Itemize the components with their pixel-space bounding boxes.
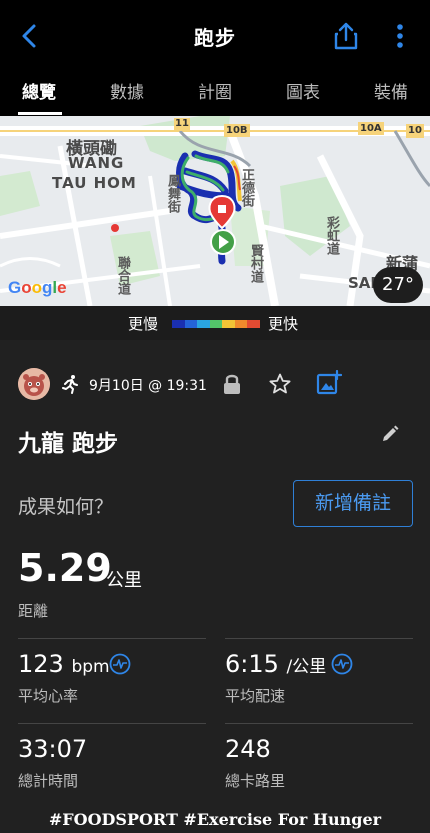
- legend-slower-label: 更慢: [128, 315, 159, 333]
- divider: [18, 723, 206, 724]
- divider: [225, 723, 413, 724]
- pace-zone-icon[interactable]: [331, 653, 353, 675]
- road-marker: 10A: [360, 123, 382, 134]
- divider: [18, 638, 206, 639]
- legend-color-swatch: [184, 320, 198, 328]
- distance-unit: 公里: [106, 570, 142, 591]
- tab-laps[interactable]: 計圈: [198, 78, 232, 103]
- road-marker: 11: [175, 118, 189, 129]
- tab-gear[interactable]: 裝備: [374, 78, 408, 103]
- star-icon[interactable]: [268, 372, 292, 396]
- map-label-street: 鳳舞街: [165, 174, 180, 213]
- top-bar: 跑步: [0, 0, 430, 70]
- avatar[interactable]: [18, 368, 50, 400]
- more-vertical-icon[interactable]: [388, 20, 412, 52]
- map-label-street: 聯合道: [115, 256, 130, 295]
- total-time-value: 33:07: [18, 735, 88, 763]
- tab-stats[interactable]: 數據: [110, 78, 144, 103]
- map-label-area-en2: TAU HOM: [52, 174, 137, 192]
- google-logo: Google: [8, 278, 67, 297]
- add-photo-icon[interactable]: [316, 370, 342, 396]
- divider: [225, 638, 413, 639]
- legend-color-swatch: [209, 320, 223, 328]
- activity-date: 9月10日 @ 19:31: [89, 378, 207, 394]
- heart-rate-value: 123 bpm: [18, 650, 110, 678]
- tab-charts[interactable]: 圖表: [286, 78, 320, 103]
- caption-footer: #FOODSPORT #Exercise For Hunger: [48, 810, 382, 829]
- heart-rate-number: 123: [18, 650, 64, 678]
- heart-rate-unit: bpm: [71, 657, 110, 677]
- tab-bar: 總覽 數據 計圈 圖表 裝備: [0, 70, 430, 116]
- road-marker: 10: [408, 125, 422, 136]
- legend-color-swatch: [234, 320, 248, 328]
- add-note-button[interactable]: 新增備註: [293, 480, 413, 527]
- share-icon[interactable]: [330, 20, 362, 52]
- map-label-street: 彩虹道: [324, 216, 339, 255]
- route-map[interactable]: 橫頭磡 WANG TAU HOM 鳳舞街 正德街 聯合道 賢村道 彩虹道 新蒲崗…: [0, 116, 430, 306]
- pace-label: 平均配速: [225, 687, 286, 705]
- calories-label: 總卡路里: [225, 772, 286, 790]
- activity-summary: 9月10日 @ 19:31 九龍 跑步 成果如何？ 新增備註 5.29 公里 距…: [0, 340, 430, 833]
- tab-overview[interactable]: 總覽: [22, 78, 56, 103]
- map-label-area-en: WANG: [68, 154, 125, 172]
- active-tab-indicator: [18, 112, 62, 115]
- map-label-street: 賢村道: [248, 244, 263, 283]
- calories-value: 248: [225, 735, 271, 763]
- pace-legend: 更慢 更快: [0, 306, 430, 340]
- pace-unit: /公里: [286, 657, 327, 677]
- pencil-icon[interactable]: [380, 424, 400, 444]
- legend-faster-label: 更快: [268, 315, 299, 333]
- activity-name: 九龍 跑步: [18, 431, 119, 457]
- temperature-badge: 27°: [373, 267, 423, 303]
- pace-number: 6:15: [225, 650, 279, 678]
- running-icon: [62, 375, 78, 394]
- heart-rate-label: 平均心率: [18, 687, 79, 705]
- road-marker: 10B: [226, 125, 248, 136]
- total-time-label: 總計時間: [18, 772, 79, 790]
- legend-color-bar: [172, 320, 261, 328]
- legend-color-swatch: [197, 320, 210, 328]
- lock-icon[interactable]: [222, 373, 242, 395]
- legend-color-swatch: [247, 320, 261, 328]
- pace-value: 6:15 /公里: [225, 650, 326, 678]
- map-label-street: 正德街: [239, 168, 254, 207]
- heart-rate-zone-icon[interactable]: [109, 653, 131, 675]
- page-title: 跑步: [194, 26, 236, 50]
- avatar-image: [18, 368, 50, 400]
- legend-color-swatch: [172, 320, 185, 328]
- feel-prompt: 成果如何？: [18, 496, 114, 518]
- distance-label: 距離: [18, 602, 49, 620]
- distance-value: 5.29: [18, 546, 112, 590]
- legend-color-swatch: [222, 320, 235, 328]
